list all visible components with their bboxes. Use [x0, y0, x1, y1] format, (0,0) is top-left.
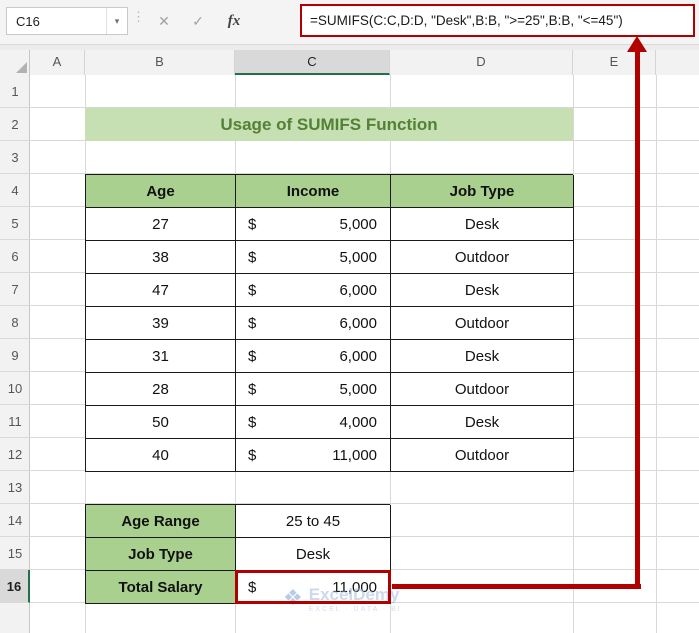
row-header-14[interactable]: 14 [0, 504, 30, 537]
column-header-row: A B C D E [0, 50, 699, 75]
column-header-c[interactable]: C [235, 50, 390, 75]
cell-income[interactable]: $ 5,000 [236, 373, 391, 406]
cell-age[interactable]: 40 [86, 439, 236, 472]
name-box[interactable]: C16 ▾ [6, 7, 128, 35]
annotation-arrow-vertical [635, 50, 640, 589]
cancel-icon[interactable]: ✕ [148, 7, 180, 35]
income-amount: 4,000 [339, 413, 377, 431]
summary-label-job-type[interactable]: Job Type [86, 538, 236, 571]
column-header-partial [656, 50, 699, 75]
summary-label-total-salary[interactable]: Total Salary [86, 571, 236, 604]
data-table: Age Income Job Type 27 $ 5,000 Desk 38 $… [85, 174, 574, 472]
row-header-5[interactable]: 5 [0, 207, 30, 240]
formula-text: =SUMIFS(C:C,D:D, "Desk",B:B, ">=25",B:B,… [310, 13, 623, 28]
cell-income[interactable]: $ 11,000 [236, 439, 391, 472]
income-amount: 6,000 [339, 347, 377, 365]
cell-job[interactable]: Outdoor [391, 241, 574, 274]
cell-job[interactable]: Outdoor [391, 439, 574, 472]
cell-job[interactable]: Desk [391, 340, 574, 373]
cell-job[interactable]: Outdoor [391, 307, 574, 340]
income-amount: 5,000 [339, 380, 377, 398]
cell-income[interactable]: $ 6,000 [236, 340, 391, 373]
row-header-2[interactable]: 2 [0, 108, 30, 141]
currency-symbol: $ [248, 380, 257, 398]
cell-job[interactable]: Desk [391, 406, 574, 439]
currency-symbol: $ [248, 215, 257, 233]
formula-input[interactable]: =SUMIFS(C:C,D:D, "Desk",B:B, ">=25",B:B,… [300, 4, 695, 37]
cell-job[interactable]: Outdoor [391, 373, 574, 406]
formula-bar-handle-icon: ⋮ [132, 9, 145, 24]
row-header-15[interactable]: 15 [0, 537, 30, 570]
cell-age[interactable]: 38 [86, 241, 236, 274]
currency-symbol: $ [248, 347, 257, 365]
currency-symbol: $ [248, 446, 257, 464]
income-amount: 5,000 [339, 215, 377, 233]
cell-age[interactable]: 31 [86, 340, 236, 373]
row-header-7[interactable]: 7 [0, 273, 30, 306]
currency-symbol: $ [248, 413, 257, 431]
income-amount: 6,000 [339, 314, 377, 332]
enter-icon[interactable]: ✓ [182, 7, 214, 35]
table-header-job[interactable]: Job Type [391, 175, 574, 208]
column-header-a[interactable]: A [30, 50, 85, 75]
income-amount: 5,000 [339, 248, 377, 266]
total-amount: 11,000 [332, 578, 377, 596]
summary-value-job-type[interactable]: Desk [236, 538, 391, 571]
summary-value-age-range[interactable]: 25 to 45 [236, 505, 391, 538]
cell-job[interactable]: Desk [391, 274, 574, 307]
column-header-e[interactable]: E [573, 50, 656, 75]
table-header-income[interactable]: Income [236, 175, 391, 208]
cell-age[interactable]: 47 [86, 274, 236, 307]
row-header-3[interactable]: 3 [0, 141, 30, 174]
currency-symbol: $ [248, 578, 257, 596]
row-header-13[interactable]: 13 [0, 471, 30, 504]
summary-value-total-salary[interactable]: $ 11,000 [236, 571, 391, 604]
row-header-8[interactable]: 8 [0, 306, 30, 339]
currency-symbol: $ [248, 248, 257, 266]
name-box-dropdown-icon[interactable]: ▾ [106, 8, 127, 34]
income-amount: 6,000 [339, 281, 377, 299]
excel-window: C16 ▾ ⋮ ✕ ✓ fx =SUMIFS(C:C,D:D, "Desk",B… [0, 0, 699, 633]
row-header-16[interactable]: 16 [0, 570, 30, 603]
income-amount: 11,000 [332, 446, 377, 464]
row-header-10[interactable]: 10 [0, 372, 30, 405]
title-banner: Usage of SUMIFS Function [85, 108, 573, 141]
column-header-d[interactable]: D [390, 50, 573, 75]
gridline [656, 75, 657, 633]
annotation-arrow-horizontal [392, 584, 641, 589]
row-header-1[interactable]: 1 [0, 75, 30, 108]
cell-age[interactable]: 27 [86, 208, 236, 241]
cell-income[interactable]: $ 5,000 [236, 241, 391, 274]
table-header-age[interactable]: Age [86, 175, 236, 208]
formula-bar-area: C16 ▾ ⋮ ✕ ✓ fx =SUMIFS(C:C,D:D, "Desk",B… [0, 0, 699, 45]
cell-age[interactable]: 39 [86, 307, 236, 340]
row-header-12[interactable]: 12 [0, 438, 30, 471]
summary-label-age-range[interactable]: Age Range [86, 505, 236, 538]
cell-job[interactable]: Desk [391, 208, 574, 241]
cell-income[interactable]: $ 6,000 [236, 307, 391, 340]
cell-income[interactable]: $ 5,000 [236, 208, 391, 241]
row-header-11[interactable]: 11 [0, 405, 30, 438]
cell-age[interactable]: 28 [86, 373, 236, 406]
insert-function-icon[interactable]: fx [218, 7, 250, 35]
currency-symbol: $ [248, 281, 257, 299]
row-header-6[interactable]: 6 [0, 240, 30, 273]
cell-age[interactable]: 50 [86, 406, 236, 439]
row-header-4[interactable]: 4 [0, 174, 30, 207]
row-header-gutter: 1 2 3 4 5 6 7 8 9 10 11 12 13 14 15 16 [0, 75, 30, 633]
name-box-value: C16 [16, 13, 40, 29]
row-header-9[interactable]: 9 [0, 339, 30, 372]
annotation-arrow-head-icon [627, 36, 647, 52]
summary-table: Age Range 25 to 45 Job Type Desk Total S… [85, 504, 391, 604]
cell-income[interactable]: $ 4,000 [236, 406, 391, 439]
select-all-icon [16, 62, 27, 73]
currency-symbol: $ [248, 314, 257, 332]
column-header-b[interactable]: B [85, 50, 235, 75]
cell-income[interactable]: $ 6,000 [236, 274, 391, 307]
select-all-corner[interactable] [0, 50, 30, 75]
